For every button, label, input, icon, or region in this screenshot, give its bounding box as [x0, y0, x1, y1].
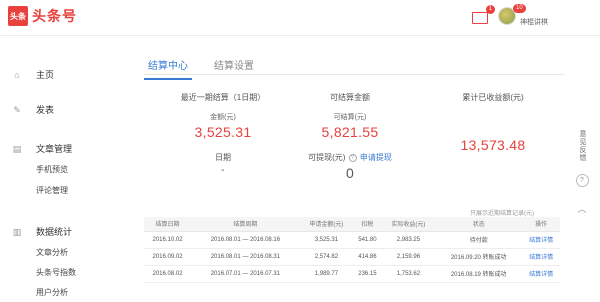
date-value: - [221, 165, 225, 176]
sidebar-item-user-analysis[interactable]: 用户分析 [36, 287, 68, 298]
column-header: 操作 [522, 217, 560, 232]
sidebar-item-label: 数据统计 [36, 227, 73, 237]
back-to-top-icon[interactable]: ︿ [576, 203, 589, 216]
sidebar-item-data-stats[interactable]: ▥ 数据统计 [12, 225, 72, 238]
table-cell: 待付款 [435, 231, 523, 249]
pending-title: 可结算金额 [330, 93, 370, 102]
pending-label: 可结算(元) [333, 114, 367, 121]
sidebar-item-home[interactable]: ⌂ 主页 [12, 68, 54, 81]
help-icon[interactable]: ? [348, 153, 357, 162]
sidebar-item-label: 主页 [36, 70, 55, 80]
home-icon: ⌂ [14, 69, 20, 80]
table-cell: 2016.10.02 [144, 231, 192, 249]
total-stat: 累计已收益额(元) 13,573.48 [438, 92, 548, 153]
column-header: 实际收益(元) [381, 217, 436, 232]
tab-settlement-settings[interactable]: 结算设置 [210, 52, 258, 80]
logo-text: 头条号 [32, 8, 77, 24]
table-cell: 2,983.25 [381, 231, 436, 249]
sidebar-item-label: 文章管理 [36, 144, 73, 154]
table-row: 2016.08.02 2016.07.01 — 2016.07.31 1,989… [144, 265, 560, 283]
top-bar: 头条 头条号 1 10 神棍讲棋 [0, 0, 600, 36]
avatar[interactable]: 10 [498, 4, 526, 25]
feedback-button[interactable]: 意见反馈 [577, 130, 587, 162]
sidebar-item-article-analysis[interactable]: 文章分析 [36, 247, 68, 258]
table-header-row: 结算日期 结算周期 申请金额(元) 扣税 实际收益(元) 状态 操作 [144, 217, 560, 232]
withdraw-label: 可提现(元) [308, 153, 346, 162]
withdraw-link[interactable]: 申请提现 [360, 153, 392, 162]
table-cell: 3,525.31 [299, 231, 354, 249]
tab-bar: 结算中心 结算设置 [144, 52, 276, 80]
table-row: 2016.10.02 2016.08.01 — 2016.08.16 3,525… [144, 231, 560, 249]
pending-value: 5,821.55 [321, 124, 379, 140]
table-row: 2016.09.02 2016.08.01 — 2016.08.31 2,574… [144, 248, 560, 266]
total-value: 13,573.48 [460, 137, 526, 153]
sidebar: ⌂ 主页 ✎ 发表 ▤ 文章管理 手机预览 评论管理 ▥ 数据统计 文章分析 头… [0, 36, 118, 302]
sidebar-item-publish[interactable]: ✎ 发表 [12, 103, 54, 116]
table-cell: 2016.08.01 — 2016.08.31 [191, 248, 300, 266]
last-cycle-title: 最近一期结算（1日期） [180, 93, 266, 102]
mail-badge: 1 [485, 5, 495, 14]
amount-value: 3,525.31 [194, 124, 252, 140]
document-icon: ▤ [12, 143, 22, 154]
table-cell: 541.80 [353, 231, 382, 249]
tab-settlement-center[interactable]: 结算中心 [144, 52, 192, 80]
top-right-area: 1 10 神棍讲棋 [472, 4, 548, 27]
chart-icon: ▥ [12, 226, 22, 237]
withdraw-value: 0 [345, 165, 355, 181]
withdraw-stat: 可提现(元) ? 申请提现 0 [290, 152, 410, 181]
table-cell: 1,989.77 [299, 265, 354, 283]
settlement-detail-link[interactable]: 结算详情 [522, 265, 560, 283]
table-cell: 2016.08.02 [144, 265, 192, 283]
settlement-detail-link[interactable]: 结算详情 [522, 231, 560, 249]
date-stat: 日期 - [168, 152, 278, 176]
sidebar-item-mobile-preview[interactable]: 手机预览 [36, 164, 68, 175]
table-cell: 2016.07.01 — 2016.07.31 [191, 265, 300, 283]
table-cell: 1,753.62 [381, 265, 436, 283]
edit-icon: ✎ [13, 104, 21, 115]
table-cell: 2,574.82 [299, 248, 354, 266]
username[interactable]: 神棍讲棋 [520, 17, 548, 27]
user-badge: 10 [513, 4, 526, 13]
sidebar-item-comment-manage[interactable]: 评论管理 [36, 185, 68, 196]
column-header: 结算日期 [144, 217, 192, 232]
date-label: 日期 [215, 153, 231, 162]
sidebar-item-label: 发表 [36, 105, 55, 115]
help-circle-icon[interactable]: ? [575, 174, 589, 187]
table-cell: 414.86 [353, 248, 382, 266]
last-cycle-stat: 最近一期结算（1日期） 金额(元) 3,525.31 [168, 92, 278, 140]
pending-stat: 可结算金额 可结算(元) 5,821.55 [295, 92, 405, 140]
tab-divider [144, 74, 564, 75]
mail-icon[interactable]: 1 [472, 5, 495, 24]
sidebar-item-subscribers[interactable]: 头条号指数 [36, 267, 76, 278]
settlement-detail-link[interactable]: 结算详情 [522, 248, 560, 266]
table-cell: 2016.09.02 [144, 248, 192, 266]
table-cell: 2016.09.20 转账成功 [435, 248, 523, 266]
column-header: 状态 [435, 217, 523, 232]
sidebar-item-article-manage[interactable]: ▤ 文章管理 [12, 142, 72, 155]
amount-label: 金额(元) [210, 114, 236, 121]
column-header: 扣税 [353, 217, 382, 232]
floating-toolbar: 意见反馈 ? ︿ [575, 130, 589, 216]
table-note: 只展示近期结算记录(元) [470, 211, 534, 217]
settlement-table: 结算日期 结算周期 申请金额(元) 扣税 实际收益(元) 状态 操作 2016.… [144, 217, 560, 283]
column-header: 结算周期 [191, 217, 300, 232]
total-title: 累计已收益额(元) [462, 93, 524, 102]
logo-box: 头条 [8, 6, 28, 26]
toutiao-logo[interactable]: 头条 头条号 [8, 6, 77, 26]
table-cell: 2016.08.19 转账成功 [435, 265, 523, 283]
column-header: 申请金额(元) [299, 217, 354, 232]
table-cell: 236.15 [353, 265, 382, 283]
table-cell: 2,159.96 [381, 248, 436, 266]
table-cell: 2016.08.01 — 2016.08.16 [191, 231, 300, 249]
